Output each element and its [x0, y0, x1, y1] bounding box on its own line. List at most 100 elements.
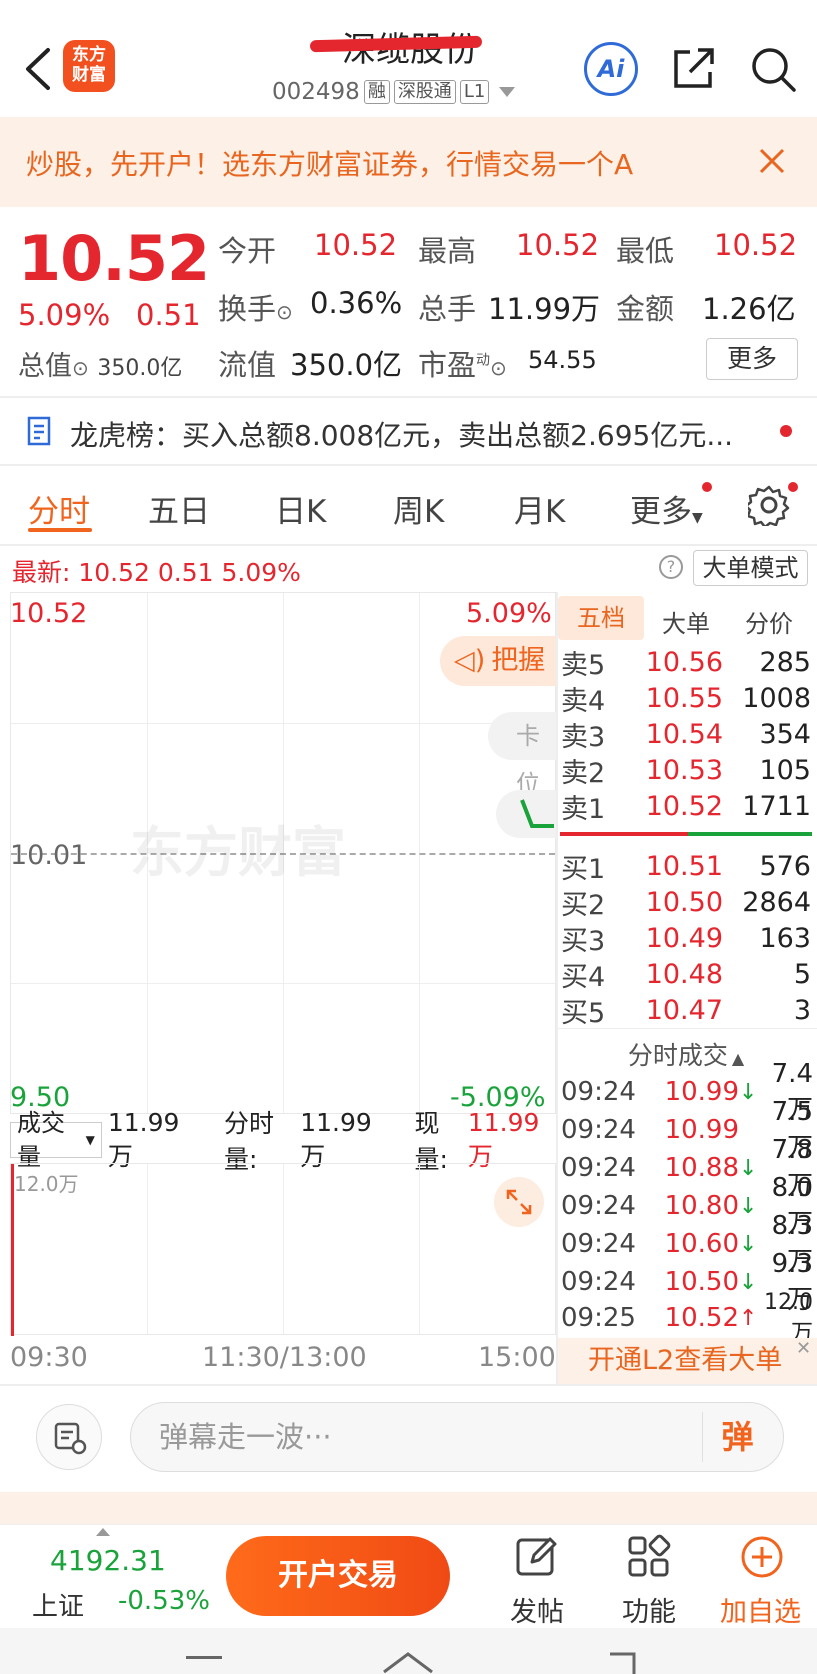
volume-label: 总手: [418, 292, 477, 326]
add-watchlist-label[interactable]: 加自选: [720, 1590, 801, 1629]
help-icon[interactable]: ?: [659, 555, 683, 579]
notification-dot: [702, 482, 712, 492]
l2-promo-bar[interactable]: 开通L2查看大单: [558, 1338, 817, 1384]
chart-mid-price: 10.01: [10, 840, 88, 871]
low-value: 10.52: [714, 228, 798, 262]
ask-row: 卖2 10.53 105: [561, 754, 811, 789]
time-mid: 11:30/13:00: [202, 1342, 367, 1373]
ask-row: 卖3 10.54 354: [561, 718, 811, 753]
caret-down-icon: ▼: [692, 510, 703, 526]
expand-icon[interactable]: [494, 1177, 544, 1227]
time-start: 09:30: [10, 1342, 88, 1373]
turnover-label: 换手⊙: [218, 292, 293, 326]
trend-pill[interactable]: [496, 790, 558, 838]
tab-price-distribution[interactable]: 分价: [745, 604, 793, 639]
volume-selector[interactable]: 成交量 ▼: [10, 1109, 102, 1171]
danmu-send-button[interactable]: 弹: [702, 1412, 772, 1462]
danmu-input[interactable]: 弹幕走一波···: [130, 1402, 784, 1472]
tab-five-levels[interactable]: 五档: [558, 596, 644, 640]
bid-ask-ratio-bar: [560, 832, 812, 836]
more-quote-button[interactable]: 更多: [706, 338, 798, 380]
chevron-down-icon[interactable]: [499, 87, 516, 97]
danmu-settings-icon[interactable]: [36, 1404, 102, 1470]
connect-tag: 深股通: [393, 80, 456, 104]
back-icon[interactable]: [18, 44, 58, 94]
bid-row: 买2 10.50 2864: [561, 886, 811, 921]
menu-icon[interactable]: [186, 1656, 222, 1659]
bid-row: 买4 10.48 5: [561, 958, 811, 993]
divider: [0, 544, 817, 546]
back-nav-icon[interactable]: [600, 1650, 640, 1674]
amount-label: 金额: [616, 292, 675, 326]
info-icon: ⊙: [276, 300, 293, 324]
big-order-mode-button[interactable]: 大单模式: [693, 550, 808, 586]
bid-row: 买1 10.51 576: [561, 850, 811, 885]
info-icon: ⊙: [72, 356, 89, 380]
post-label[interactable]: 发帖: [510, 1590, 564, 1629]
grid-line: [11, 723, 555, 724]
notification-dot: [788, 482, 798, 492]
open-account-trade-button[interactable]: 开户交易: [226, 1536, 450, 1616]
tab-monthly-k[interactable]: 月K: [514, 486, 565, 531]
high-value: 10.52: [516, 228, 600, 262]
volume-axis-max: 12.0万: [14, 1172, 79, 1196]
time-end: 15:00: [478, 1342, 556, 1373]
index-value[interactable]: 4192.31: [50, 1544, 166, 1577]
promo-banner-text: 炒股，先开户！选东方财富证券，行情交易一个A: [26, 148, 634, 181]
caret-up-icon: ▲: [731, 1049, 745, 1068]
trend-line-icon: [520, 799, 554, 828]
tab-big-orders[interactable]: 大单: [662, 604, 710, 639]
notification-dot: [780, 425, 792, 437]
functions-grid-icon[interactable]: [626, 1534, 672, 1580]
settings-gear-icon[interactable]: [748, 484, 790, 526]
stock-code: 002498: [272, 79, 360, 105]
position-pill[interactable]: 卡位: [488, 712, 558, 798]
ask-row: 卖4 10.55 1008: [561, 682, 811, 717]
divider: [0, 1384, 817, 1386]
functions-label[interactable]: 功能: [622, 1590, 676, 1629]
tab-intraday[interactable]: 分时: [28, 486, 90, 531]
close-icon[interactable]: [757, 146, 787, 176]
tab-weekly-k[interactable]: 周K: [393, 486, 444, 531]
share-icon[interactable]: [670, 44, 718, 92]
tab-five-day[interactable]: 五日: [148, 486, 210, 531]
change-value: 0.51: [136, 298, 201, 332]
amount-value: 1.26亿: [702, 292, 796, 326]
close-icon[interactable]: ✕: [796, 1338, 816, 1359]
watermark: 东方财富: [130, 821, 346, 884]
chart-top-pct: 5.09%: [466, 598, 552, 629]
search-icon[interactable]: [748, 44, 798, 94]
stock-code-row[interactable]: 002498 融 深股通 L1: [272, 78, 516, 106]
home-icon[interactable]: [382, 1650, 434, 1674]
tab-daily-k[interactable]: 日K: [275, 486, 326, 531]
caret-up-icon[interactable]: [96, 1528, 110, 1536]
ask-row: 卖1 10.52 1711: [561, 790, 811, 825]
active-tab-underline: [28, 528, 92, 532]
index-name[interactable]: 上证: [32, 1586, 84, 1623]
index-change[interactable]: -0.53%: [118, 1586, 210, 1616]
ai-button[interactable]: Ai: [584, 42, 638, 96]
divider: [558, 1028, 817, 1029]
post-icon[interactable]: [514, 1534, 560, 1580]
high-label: 最高: [418, 234, 477, 268]
float-value: 350.0亿: [290, 348, 403, 382]
grasp-button[interactable]: ◁) 把握: [440, 636, 558, 686]
total-market-value: 总值⊙ 350.0亿: [18, 351, 183, 382]
volume-chart[interactable]: [10, 1163, 556, 1336]
app-logo: 东方 财富: [63, 40, 115, 92]
grid-line: [11, 983, 555, 984]
add-watchlist-icon[interactable]: [739, 1534, 785, 1580]
speaker-icon: ◁): [454, 645, 486, 676]
tick-row: 09:25 10.52 ↑ 12.0万: [561, 1289, 813, 1346]
open-value: 10.52: [314, 228, 398, 262]
tab-more[interactable]: 更多▼: [630, 486, 703, 531]
margin-tag: 融: [363, 80, 390, 104]
dragon-tiger-text: 龙虎榜：买入总额8.008亿元，卖出总额2.695亿元...: [70, 419, 734, 452]
volume-value: 11.99万: [488, 292, 601, 326]
promo-strip: [0, 1492, 817, 1524]
float-label: 流值: [218, 348, 277, 382]
level-tag: L1: [459, 80, 490, 104]
pe-value: 54.55: [528, 346, 597, 374]
chart-top-price: 10.52: [10, 598, 88, 629]
volume-info-bar: 成交量 ▼ 11.99万 分时量: 11.99万 现量: 11.99万: [10, 1108, 556, 1174]
